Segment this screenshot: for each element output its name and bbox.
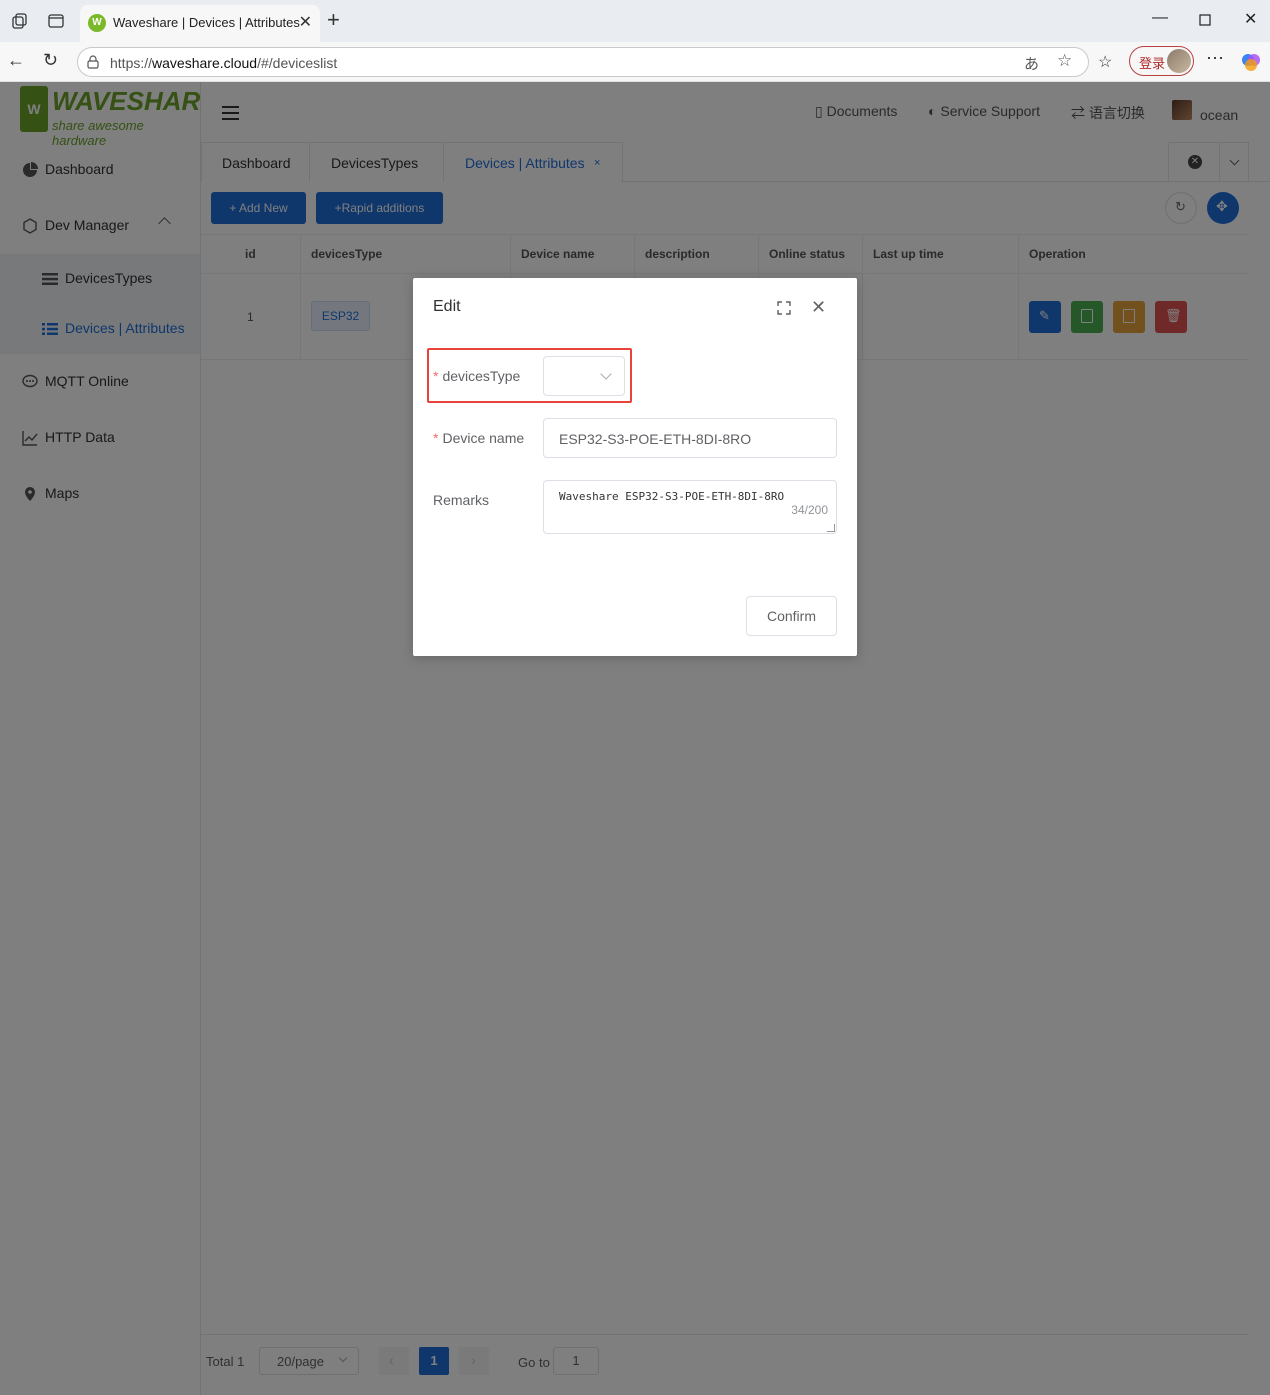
remarks-label: Remarks (433, 492, 490, 508)
char-count: 34/200 (791, 503, 828, 517)
window-close-icon[interactable]: ✕ (1244, 9, 1257, 29)
waveshare-favicon-icon: W (88, 14, 106, 32)
remarks-field[interactable]: Waveshare ESP32-S3-POE-ETH-8DI-8RO 34/20… (543, 480, 837, 534)
close-tab-icon[interactable]: ✕ (299, 12, 312, 32)
browser-tab[interactable]: W Waveshare | Devices | Attributes ✕ (80, 5, 320, 42)
profile-avatar (1167, 49, 1191, 73)
profile-login-button[interactable]: 登录 (1129, 46, 1194, 76)
close-icon[interactable]: ✕ (811, 297, 826, 317)
device-name-field[interactable]: ESP32-S3-POE-ETH-8DI-8RO (543, 418, 837, 458)
resize-handle[interactable] (827, 524, 835, 532)
device-name-label: * Device name (433, 430, 525, 446)
highlight-box (427, 348, 632, 403)
new-tab-icon[interactable]: + (327, 9, 340, 31)
workspaces-icon[interactable] (11, 12, 29, 30)
favorite-star-icon[interactable]: ☆ (1057, 51, 1072, 71)
refresh-icon[interactable]: ↻ (43, 50, 58, 71)
favorites-icon[interactable]: ☆ (1098, 52, 1112, 72)
copilot-icon[interactable] (1241, 52, 1261, 72)
lock-icon[interactable] (87, 55, 99, 69)
dialog-title: Edit (433, 298, 461, 315)
edit-dialog: Edit ✕ * devicesType * Device name ESP32-S… (413, 278, 857, 656)
address-bar-row: ← ↻ https://waveshare.cloud/#/deviceslis… (0, 42, 1270, 82)
url-field[interactable]: https://waveshare.cloud/#/deviceslist あ … (77, 47, 1089, 77)
minimize-icon[interactable]: — (1152, 9, 1168, 27)
confirm-button[interactable]: Confirm (746, 596, 837, 636)
maximize-icon[interactable] (1199, 14, 1211, 26)
fullscreen-icon[interactable] (777, 301, 791, 315)
more-menu-icon[interactable]: ⋯ (1206, 48, 1224, 69)
login-label: 登录 (1139, 56, 1166, 71)
url-text: https://waveshare.cloud/#/deviceslist (110, 55, 338, 71)
translate-icon[interactable]: あ (1024, 53, 1039, 74)
back-icon[interactable]: ← (7, 50, 25, 71)
browser-tab-title: Waveshare | Devices | Attributes (113, 15, 300, 30)
tab-actions-icon[interactable] (47, 12, 65, 30)
browser-titlebar: W Waveshare | Devices | Attributes ✕ + —… (0, 0, 1270, 42)
